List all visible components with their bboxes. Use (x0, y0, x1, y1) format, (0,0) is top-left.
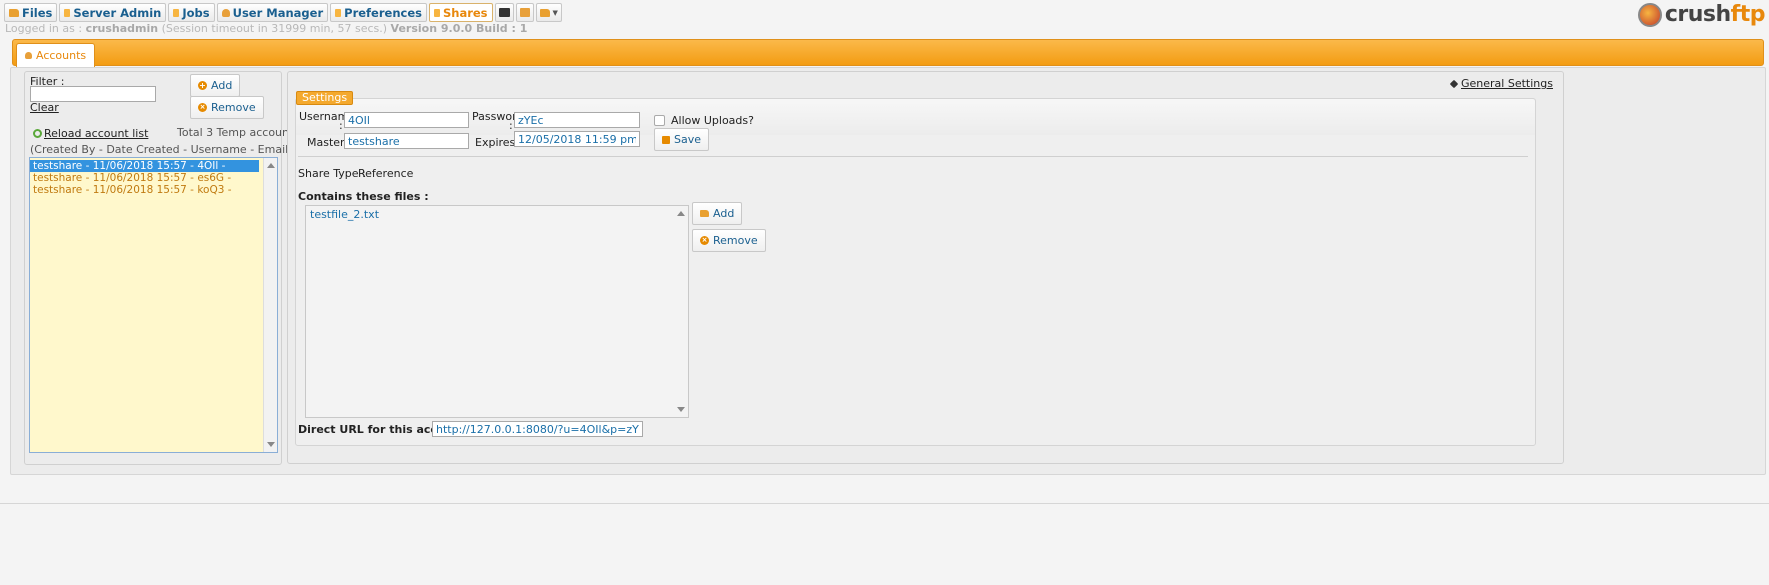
hierarchy-icon (519, 8, 530, 17)
chevron-down-icon: ▼ (552, 8, 558, 17)
files-list[interactable]: testfile_2.txt (305, 205, 689, 418)
add-account-button[interactable]: + Add (190, 74, 241, 97)
add-account-label: Add (211, 79, 233, 92)
accounts-bar: Accounts (12, 39, 1764, 67)
tab-server-admin[interactable]: Server Admin (59, 3, 167, 22)
extras-menu-button[interactable]: ▼ (535, 3, 562, 22)
remove-icon: × (198, 103, 207, 112)
reload-icon (33, 129, 42, 138)
settings-legend: Settings (296, 91, 354, 105)
scroll-down-icon[interactable] (267, 442, 275, 447)
list-item[interactable]: testfile_2.txt (310, 208, 379, 221)
reload-account-list[interactable]: Reload account list (33, 127, 148, 140)
list-item[interactable]: testshare - 11/06/2018 15:57 - 4OIl - (30, 160, 259, 172)
remove-account-label: Remove (211, 101, 256, 114)
folder-icon (700, 210, 709, 217)
hierarchy-button[interactable] (515, 3, 534, 22)
save-icon (662, 135, 670, 144)
session-timeout: (Session timeout in 31999 min, 57 secs.) (161, 22, 388, 35)
password-colon: : (509, 119, 513, 132)
session-user: crushadmin (85, 22, 159, 35)
remove-icon: × (700, 236, 709, 245)
save-button[interactable]: Save (654, 128, 710, 151)
logo-text-ftp: ftp (1730, 2, 1766, 27)
master-input[interactable] (344, 133, 469, 149)
settings-divider (298, 156, 1528, 157)
tab-files-label: Files (22, 5, 53, 20)
scroll-down-icon[interactable] (677, 407, 685, 412)
list-item[interactable]: testshare - 11/06/2018 15:57 - koQ3 - (30, 184, 259, 196)
terminal-icon (498, 8, 510, 17)
share-type-label: Share Type : (298, 167, 366, 180)
tab-user-manager-label: User Manager (232, 5, 324, 20)
list-item[interactable]: testshare - 11/06/2018 15:57 - es6G - (30, 172, 259, 184)
username-input[interactable] (344, 112, 469, 128)
reload-account-list-label: Reload account list (44, 127, 149, 140)
allow-uploads-label: Allow Uploads? (671, 114, 754, 127)
clear-filter-link[interactable]: Clear (30, 101, 59, 114)
tab-accounts[interactable]: Accounts (16, 43, 96, 67)
logo-mark-icon (1637, 2, 1662, 27)
folder-icon (9, 8, 19, 17)
direct-url-input[interactable] (432, 421, 643, 437)
session-prefix: Logged in as : (5, 22, 83, 35)
add-icon: + (198, 81, 207, 90)
filter-input[interactable] (30, 86, 156, 102)
document-icon (433, 8, 440, 17)
terminal-button[interactable] (494, 3, 514, 22)
general-settings-label: General Settings (1461, 77, 1553, 90)
logo-text: crushftp (1664, 2, 1766, 27)
session-info: Logged in as : crushadmin (Session timeo… (5, 22, 527, 35)
columns-hint: (Created By - Date Created - Username - … (30, 143, 321, 156)
tab-shares-label: Shares (442, 5, 488, 20)
remove-file-label: Remove (713, 234, 758, 247)
password-input[interactable] (514, 112, 640, 128)
add-file-label: Add (713, 207, 735, 220)
total-accounts: Total 3 Temp accounts. (177, 126, 303, 139)
document-icon (64, 8, 71, 17)
allow-uploads-checkbox[interactable] (654, 115, 665, 126)
save-label: Save (674, 133, 702, 146)
account-list-scrollbar[interactable] (263, 158, 277, 452)
tab-preferences[interactable]: Preferences (330, 3, 427, 22)
share-type-value: Reference (358, 167, 414, 180)
contains-files-label: Contains these files : (298, 190, 429, 203)
tab-preferences-label: Preferences (344, 5, 422, 20)
account-list[interactable]: testshare - 11/06/2018 15:57 - 4OIl - te… (29, 157, 278, 453)
tab-shares[interactable]: Shares (428, 3, 493, 22)
tab-jobs-label: Jobs (182, 5, 210, 20)
scroll-up-icon[interactable] (677, 211, 685, 216)
tab-accounts-label: Accounts (36, 49, 87, 62)
scroll-up-icon[interactable] (267, 163, 275, 168)
folder-icon (539, 8, 550, 17)
document-icon (335, 8, 342, 17)
wrench-icon (1449, 79, 1459, 88)
tab-jobs[interactable]: Jobs (168, 3, 215, 22)
username-colon: : (339, 119, 343, 132)
divider (0, 503, 1769, 504)
accounts-panel: Filter : Clear + Add × Remove Reload acc… (24, 71, 321, 465)
document-icon (173, 8, 180, 17)
remove-file-button[interactable]: × Remove (692, 229, 766, 252)
session-version: Version 9.0.0 Build : 1 (390, 22, 528, 35)
logo-text-crush: crush (1664, 2, 1731, 27)
remove-account-button[interactable]: × Remove (190, 96, 264, 119)
tab-server-admin-label: Server Admin (73, 5, 162, 20)
add-file-button[interactable]: Add (692, 202, 743, 225)
tab-files[interactable]: Files (4, 3, 58, 22)
user-icon (25, 52, 32, 59)
general-settings-link[interactable]: General Settings (1449, 77, 1553, 90)
user-icon (221, 8, 230, 17)
crushftp-logo: crushftp (1637, 2, 1766, 27)
tab-user-manager[interactable]: User Manager (216, 3, 329, 22)
files-list-scrollbar[interactable] (674, 206, 688, 417)
expires-input[interactable] (514, 131, 640, 147)
top-nav: Files Server Admin Jobs User Manager Pre… (4, 3, 562, 22)
